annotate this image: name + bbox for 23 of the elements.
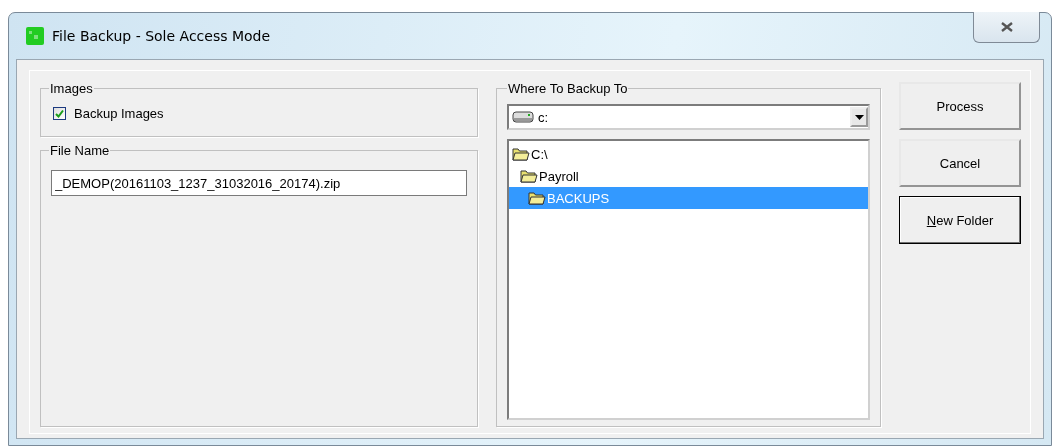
folder-item[interactable]: Payroll	[509, 165, 868, 187]
folder-icon	[512, 147, 530, 161]
dialog-button[interactable]: Process	[899, 82, 1021, 130]
dialog-button[interactable]: Cancel	[899, 139, 1021, 187]
close-button[interactable]	[973, 12, 1040, 43]
checkbox-label[interactable]: Backup Images	[74, 106, 164, 121]
drive-value: c:	[538, 109, 550, 125]
caret-icon	[854, 114, 864, 120]
group-label: File Name	[49, 143, 111, 158]
folder-icon	[520, 169, 538, 183]
dropdown-button[interactable]	[850, 107, 868, 127]
drive-dropdown[interactable]: c:	[507, 104, 870, 130]
dialog-button[interactable]: New Folder	[899, 196, 1021, 244]
close-icon	[1000, 22, 1013, 32]
group-label: Images	[49, 81, 94, 96]
window-title: File Backup - Sole Access Mode	[52, 28, 272, 44]
app-icon	[26, 27, 44, 45]
checkbox[interactable]	[53, 107, 66, 120]
file-name-field[interactable]: _DEMOP(20161103_1237_31032016_20174).zip	[51, 170, 467, 196]
drive-icon	[512, 111, 534, 123]
group-label: Where To Backup To	[507, 81, 629, 96]
folder-item[interactable]: C:\	[509, 143, 868, 165]
folder-icon	[528, 191, 546, 205]
